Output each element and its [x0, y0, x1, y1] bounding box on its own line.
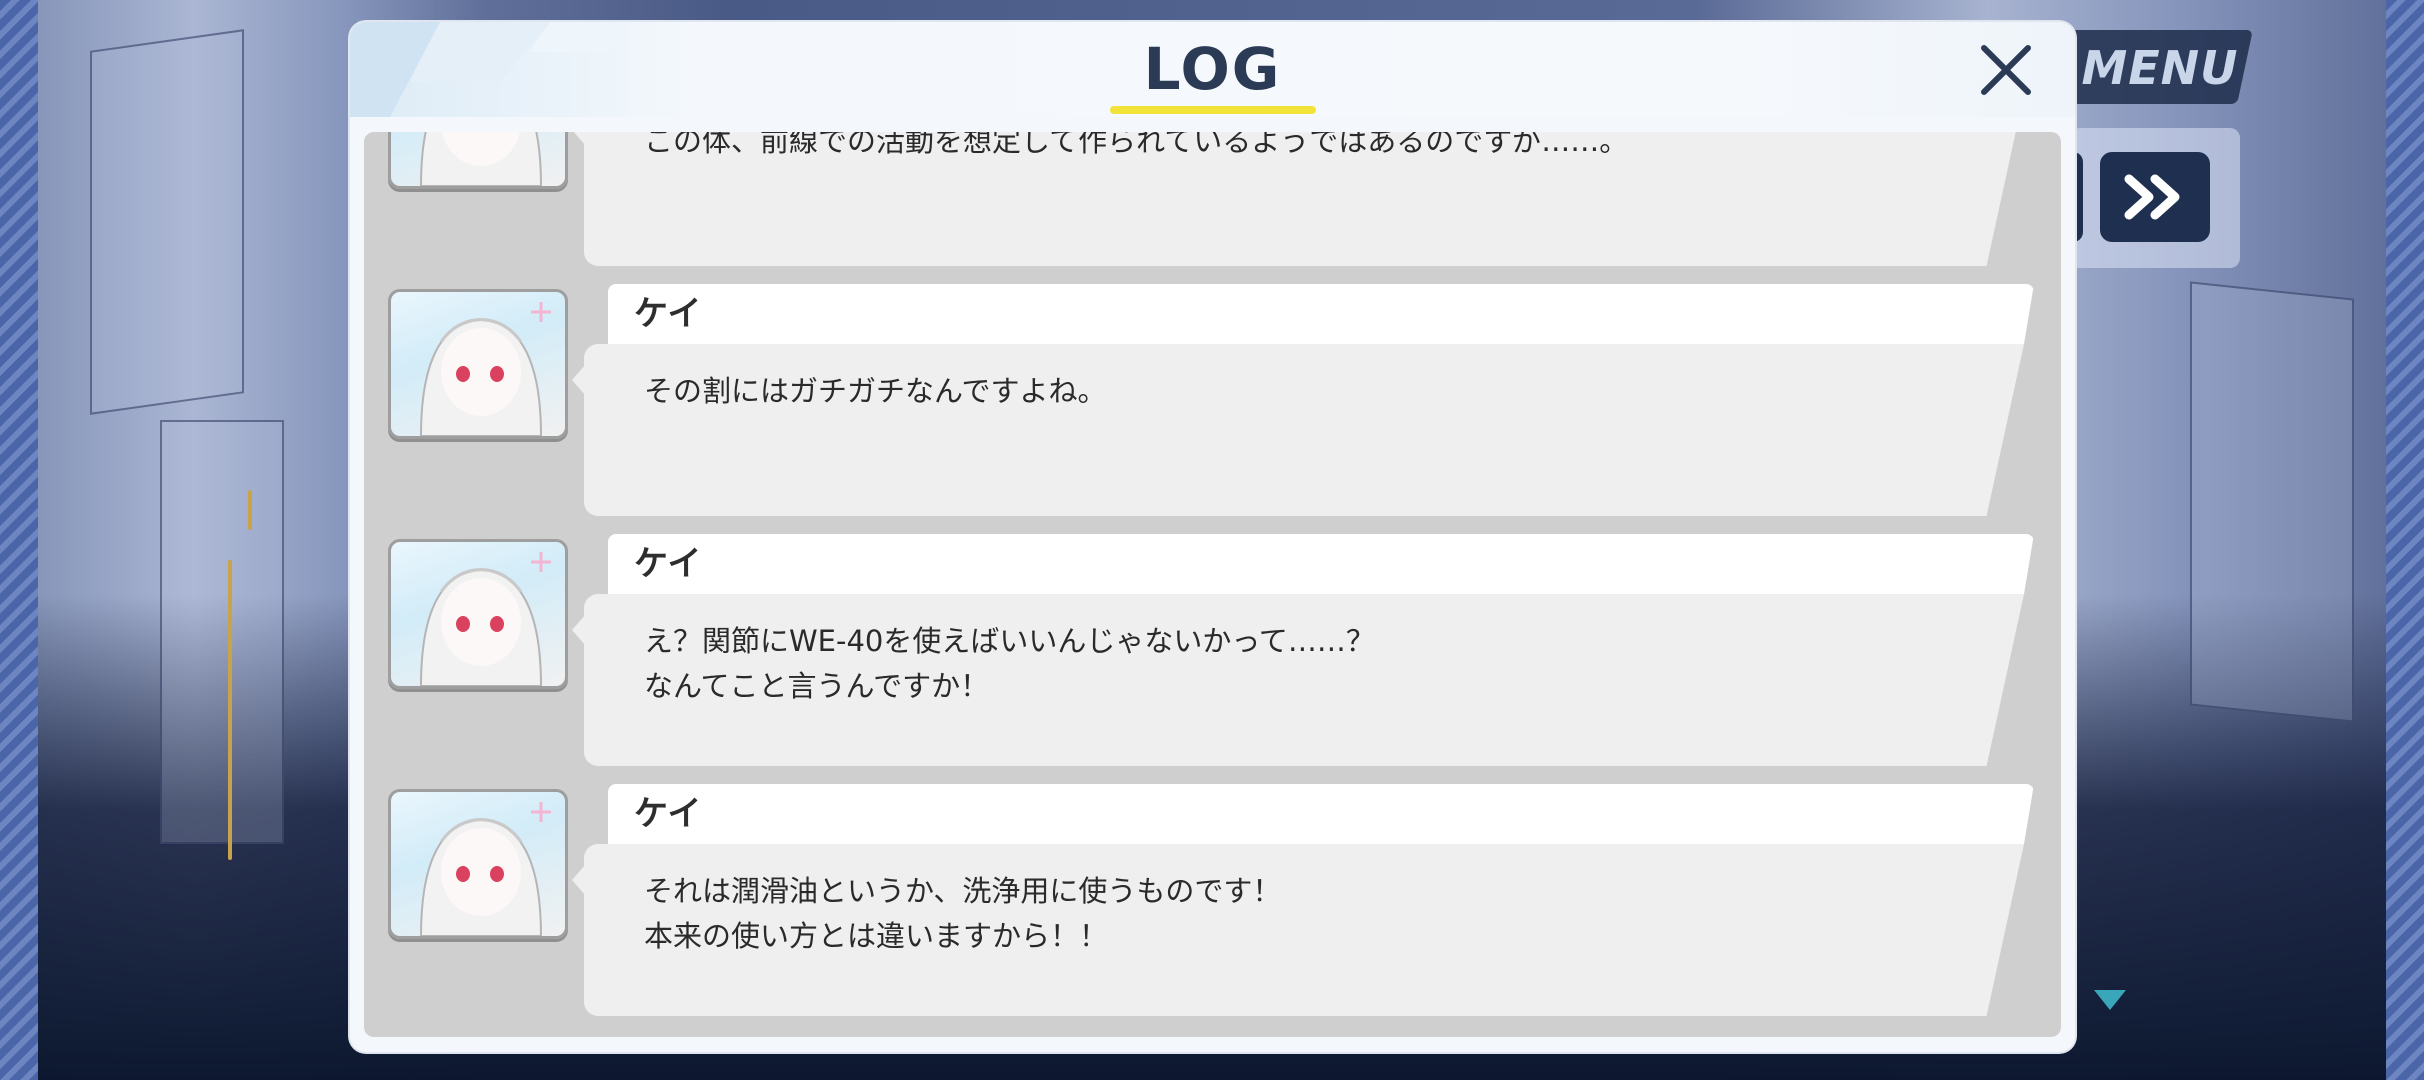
character-portrait-icon	[419, 132, 543, 186]
background-wall-panel	[90, 29, 244, 415]
message-text: その割にはガチガチなんですよね。	[644, 374, 1107, 408]
character-portrait-icon	[419, 302, 551, 436]
speaker-name-plate	[608, 534, 2034, 594]
log-entry: ケイ その割にはガチガチなんですよね。	[364, 284, 2061, 534]
dialog-title: LOG	[1143, 35, 1282, 103]
left-border-stripe	[0, 0, 38, 1080]
log-entry: この体、前線での活動を想定して作られているようではあるのですが……。	[364, 132, 2061, 284]
speaker-name: ケイ	[634, 544, 702, 584]
message-text: それは潤滑油というか、洗浄用に使うものです！ 本来の使い方とは違いますから！！	[644, 874, 1282, 953]
title-underline	[1110, 106, 1316, 114]
right-border-stripe	[2386, 0, 2424, 1080]
speaker-avatar	[388, 789, 568, 939]
message-text: この体、前線での活動を想定して作られているようではあるのですが……。	[644, 132, 1629, 158]
background-light-strip	[248, 490, 252, 530]
bubble-tail	[572, 614, 586, 646]
close-icon	[1981, 45, 2031, 95]
background-light-strip	[228, 560, 232, 860]
speaker-name: ケイ	[634, 294, 702, 334]
log-entry: ケイ それは潤滑油というか、洗浄用に使うものです！ 本来の使い方とは違いますから…	[364, 784, 2061, 1034]
menu-button[interactable]: MENU	[2075, 40, 2245, 96]
log-list[interactable]: この体、前線での活動を想定して作られているようではあるのですが……。 ケイ その…	[364, 132, 2061, 1037]
character-portrait-icon	[419, 552, 551, 686]
background-wall-panel	[2190, 281, 2354, 723]
close-button[interactable]	[1978, 42, 2034, 98]
double-chevron-right-icon	[2124, 174, 2180, 220]
bubble-tail	[572, 364, 586, 396]
log-dialog: LOG この体、前線での活動を想定して作られているようではあるのですが……。 ケ…	[350, 22, 2075, 1052]
speaker-avatar	[388, 289, 568, 439]
speaker-name: ケイ	[634, 794, 702, 834]
log-entry: ケイ え？関節にWE-40を使えばいいんじゃないかって……？ なんてこと言うんで…	[364, 534, 2061, 784]
message-text: え？関節にWE-40を使えばいいんじゃないかって……？ なんてこと言うんですか！	[644, 624, 1375, 703]
bubble-tail	[572, 864, 586, 896]
speaker-name-plate	[608, 284, 2034, 344]
fast-forward-button[interactable]	[2100, 152, 2210, 242]
log-dialog-header: LOG	[350, 22, 2075, 117]
speaker-avatar	[388, 539, 568, 689]
scroll-down-indicator-icon	[2094, 990, 2126, 1010]
background-wall-panel	[160, 420, 284, 844]
speaker-name-plate	[608, 784, 2034, 844]
speaker-avatar	[388, 132, 568, 189]
character-portrait-icon	[419, 802, 551, 936]
bubble-tail	[572, 132, 586, 146]
